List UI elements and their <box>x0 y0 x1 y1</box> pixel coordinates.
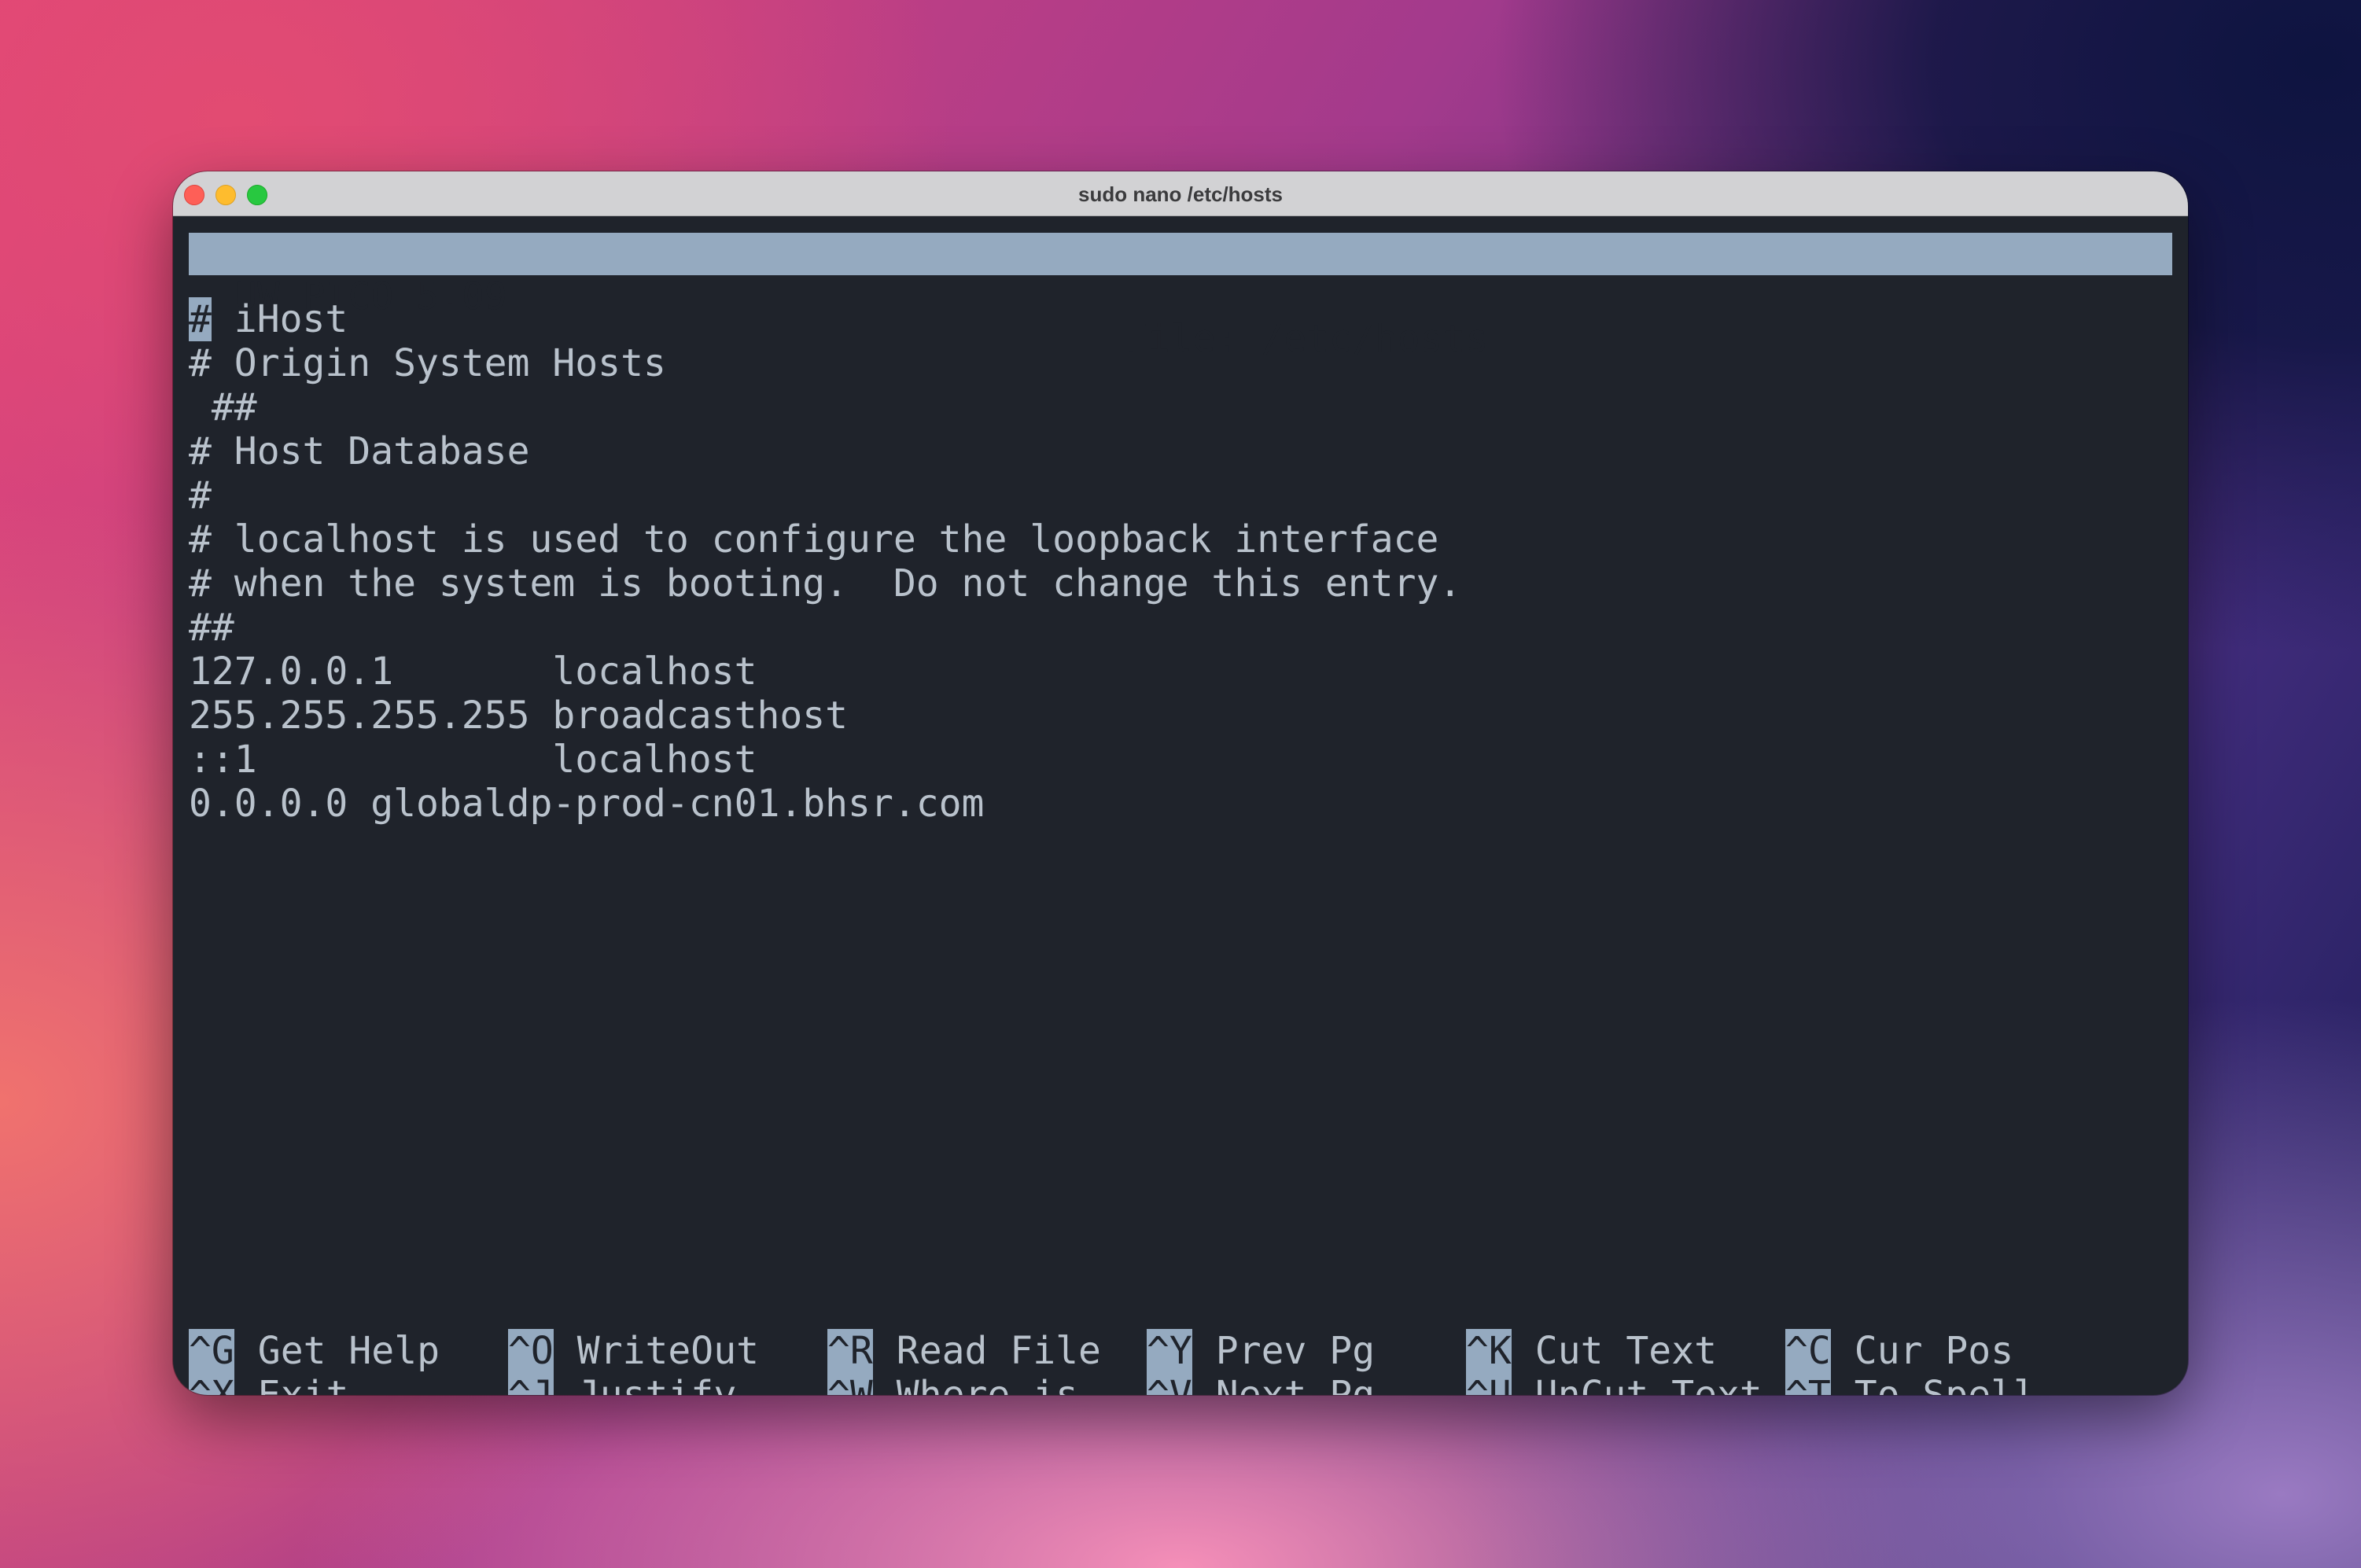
shortcut-key: ^G <box>189 1329 234 1373</box>
content-line: 127.0.0.1 localhost <box>189 650 757 694</box>
text-cursor: # <box>189 297 212 341</box>
content-line: ::1 localhost <box>189 738 757 782</box>
shortcut-prev-pg[interactable]: ^Y Prev Pg <box>1147 1329 1375 1373</box>
shortcut-label: To Spell <box>1854 1373 2036 1395</box>
shortcut-key: ^W <box>827 1373 873 1395</box>
shortcut-label: Where is <box>896 1373 1078 1395</box>
content-line: # when the system is booting. Do not cha… <box>189 561 1462 605</box>
shortcut-label: Exit <box>257 1373 349 1395</box>
shortcut-bar: ^G Get Help ^X Exit ^O WriteOut ^J Justify ^… <box>189 1329 2172 1395</box>
content-line: ## <box>189 385 257 429</box>
shortcut-key: ^X <box>189 1373 234 1395</box>
file-content[interactable]: # iHost # Origin System Hosts ## # Host … <box>189 297 1461 826</box>
shortcut-label: Next Pg <box>1215 1373 1376 1395</box>
shortcut-label: Cur Pos <box>1854 1329 2014 1373</box>
shortcut-label: UnCut Text <box>1534 1373 1762 1395</box>
shortcut-get-help[interactable]: ^G Get Help <box>189 1329 440 1373</box>
shortcut-key: ^C <box>1785 1329 1831 1373</box>
shortcut-justify[interactable]: ^J Justify <box>508 1373 736 1395</box>
shortcut-label: Get Help <box>257 1329 440 1373</box>
content-line: 255.255.255.255 broadcasthost <box>189 694 849 738</box>
content-line-text: iHost <box>211 297 348 341</box>
shortcut-label: Read File <box>896 1329 1101 1373</box>
shortcut-cur-pos[interactable]: ^C Cur Pos <box>1785 1329 2013 1373</box>
shortcut-key: ^T <box>1785 1373 1831 1395</box>
content-line: # localhost is used to configure the loo… <box>189 517 1439 561</box>
window-title: sudo nano /etc/hosts <box>1077 182 1284 206</box>
content-line: # Host Database <box>189 429 530 473</box>
shortcut-where-is[interactable]: ^W Where is <box>827 1373 1078 1395</box>
shortcut-key: ^Y <box>1147 1329 1192 1373</box>
shortcut-key: ^V <box>1147 1373 1192 1395</box>
shortcut-key: ^R <box>827 1329 873 1373</box>
shortcut-key: ^K <box>1466 1329 1512 1373</box>
content-line: # iHost <box>189 297 1461 341</box>
title-bar[interactable]: sudo nano /etc/hosts <box>173 171 2188 216</box>
shortcut-label: WriteOut <box>576 1329 759 1373</box>
content-line: 0.0.0.0 globaldp-prod-cn01.bhsr.com <box>189 782 985 826</box>
terminal-window: sudo nano /etc/hosts UW PICO 5.09 File: … <box>173 171 2188 1395</box>
content-line: # Origin System Hosts <box>189 341 666 385</box>
content-line: ## <box>189 605 234 650</box>
shortcut-cut-text[interactable]: ^K Cut Text <box>1466 1329 1717 1373</box>
shortcut-to-spell[interactable]: ^T To Spell <box>1785 1373 2036 1395</box>
shortcut-next-pg[interactable]: ^V Next Pg <box>1147 1373 1375 1395</box>
shortcut-exit[interactable]: ^X Exit <box>189 1373 348 1395</box>
shortcut-key: ^U <box>1466 1373 1512 1395</box>
content-line: # <box>189 473 212 517</box>
shortcut-label: Justify <box>576 1373 737 1395</box>
shortcut-label: Prev Pg <box>1215 1329 1376 1373</box>
editor-header-bar: UW PICO 5.09 File: /etc/hosts <box>189 233 2172 360</box>
terminal-area[interactable]: UW PICO 5.09 File: /etc/hosts # iHost # … <box>189 215 2172 1395</box>
shortcut-key: ^O <box>508 1329 554 1373</box>
shortcut-read-file[interactable]: ^R Read File <box>827 1329 1101 1373</box>
shortcut-label: Cut Text <box>1534 1329 1717 1373</box>
shortcut-writeout[interactable]: ^O WriteOut <box>508 1329 759 1373</box>
shortcut-uncut-text[interactable]: ^U UnCut Text <box>1466 1373 1762 1395</box>
shortcut-key: ^J <box>508 1373 554 1395</box>
